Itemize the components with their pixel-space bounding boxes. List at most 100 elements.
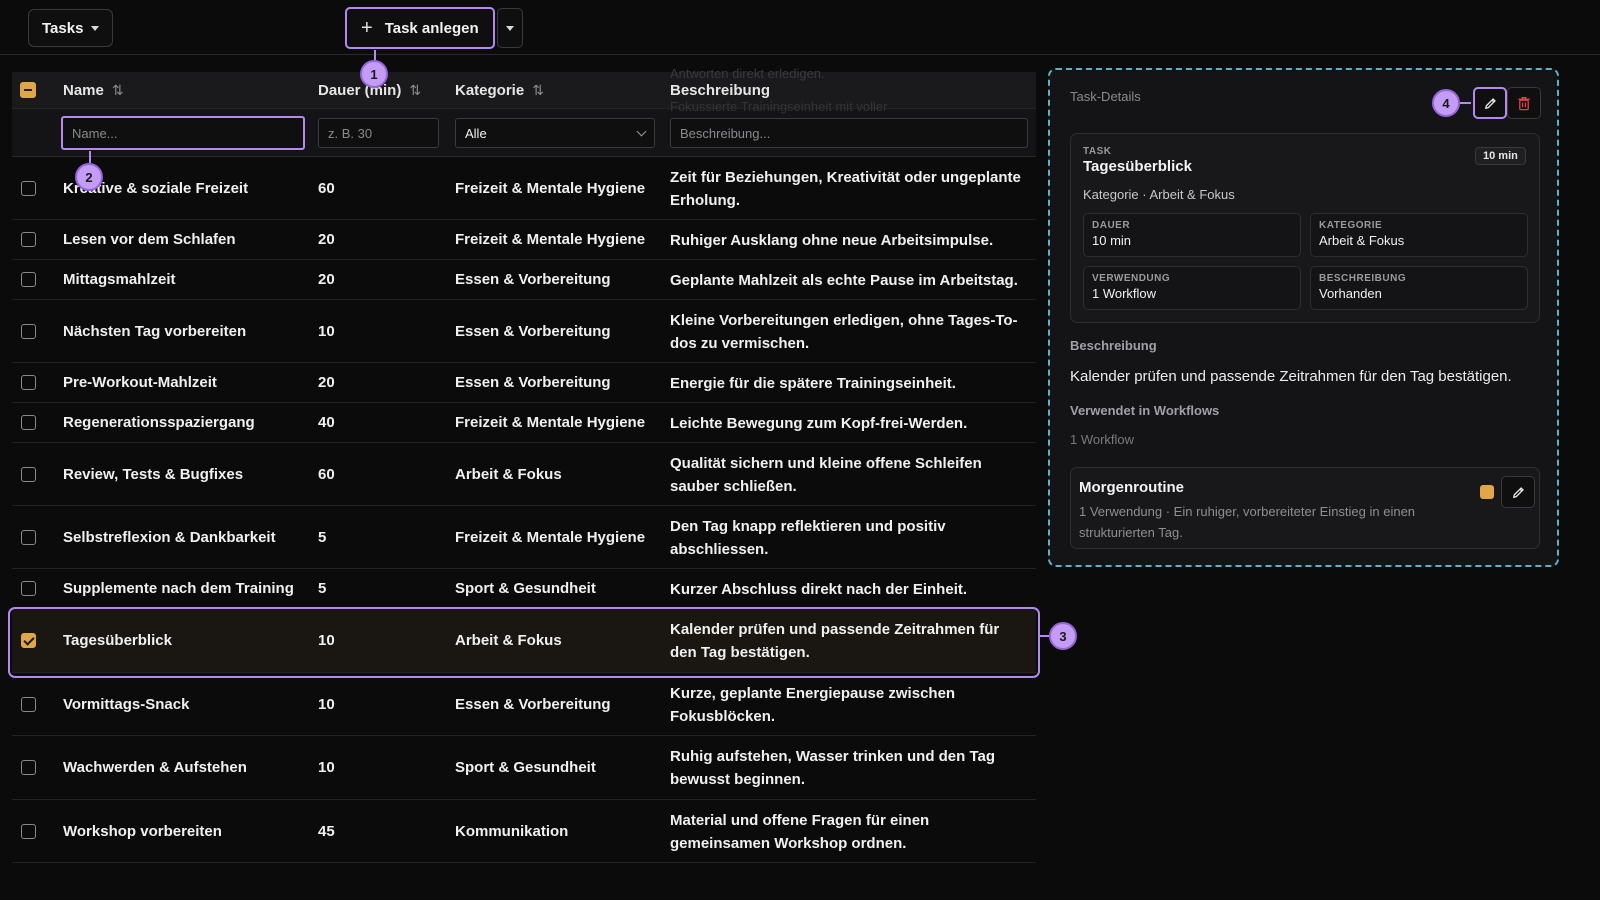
task-category: Freizeit & Mentale Hygiene xyxy=(455,414,646,431)
stat-duration: DAUER 10 min xyxy=(1083,213,1301,257)
table-row[interactable]: Selbstreflexion & Dankbarkeit 5 Freizeit &… xyxy=(12,506,1036,569)
row-checkbox[interactable] xyxy=(21,529,36,545)
table-row[interactable]: Vormittags-Snack 10 Essen & Vorbereitung Ku… xyxy=(12,673,1036,736)
row-checkbox[interactable] xyxy=(21,272,36,287)
task-description: Energie für die spätere Trainingseinheit… xyxy=(670,375,956,392)
tasks-dropdown-label: Tasks xyxy=(42,19,84,37)
scrolled-ghost-text: Antworten direkt erledigen. xyxy=(670,66,825,81)
row-checkbox[interactable] xyxy=(21,323,36,339)
table-row[interactable]: Wachwerden & Aufstehen 10 Sport & Gesundhe… xyxy=(12,736,1036,800)
task-description: Kalender prüfen und passende Zeitrahmen … xyxy=(670,621,1000,661)
table-row[interactable]: Regenerationsspaziergang 40 Freizeit & Men… xyxy=(12,403,1036,443)
edit-workflow-button[interactable] xyxy=(1501,476,1535,508)
task-description: Kurze, geplante Energiepause zwischen Fo… xyxy=(670,684,956,725)
task-name: Tagesüberblick xyxy=(63,632,172,649)
task-duration: 5 xyxy=(318,528,327,546)
task-description: Zeit für Beziehungen, Kreativität oder u… xyxy=(670,168,1021,209)
description-heading: Beschreibung xyxy=(1070,338,1157,353)
delete-task-button[interactable] xyxy=(1507,87,1541,119)
duration-filter-input[interactable] xyxy=(318,118,439,148)
stat-description: BESCHREIBUNG Vorhanden xyxy=(1310,266,1528,310)
task-duration: 10 xyxy=(318,695,335,713)
task-duration: 20 xyxy=(318,271,335,288)
sort-icon[interactable]: ⇅ xyxy=(112,82,124,99)
row-checkbox[interactable] xyxy=(21,823,36,839)
table-row[interactable]: Nächsten Tag vorbereiten 10 Essen & Vorber… xyxy=(12,300,1036,363)
callout-line xyxy=(89,151,91,163)
caret-down-icon xyxy=(505,25,514,31)
column-header-category-label: Kategorie xyxy=(455,81,525,99)
callout-1: 1 xyxy=(360,60,388,88)
task-category: Sport & Gesundheit xyxy=(455,759,596,776)
task-duration: 10 xyxy=(318,759,335,776)
column-header-duration-label: Dauer (min) xyxy=(318,81,402,99)
column-header-category[interactable]: Kategorie ⇅ xyxy=(455,82,544,99)
task-summary-card: TASK Tagesüberblick 10 min Kategorie · A… xyxy=(1070,133,1540,323)
task-description: Qualität sichern und kleine offene Schle… xyxy=(670,454,982,495)
task-name: Lesen vor dem Schlafen xyxy=(63,231,236,248)
table-row[interactable]: Lesen vor dem Schlafen 20 Freizeit & Menta… xyxy=(12,220,1036,260)
task-category: Arbeit & Fokus xyxy=(455,632,562,649)
row-checkbox[interactable] xyxy=(21,232,36,247)
task-description: Geplante Mahlzeit als echte Pause im Arb… xyxy=(670,272,1018,289)
table-row[interactable]: Review, Tests & Bugfixes 60 Arbeit & Fokus… xyxy=(12,443,1036,506)
stat-value: Arbeit & Fokus xyxy=(1319,233,1405,248)
task-name: Regenerationsspaziergang xyxy=(63,414,255,431)
table-row[interactable]: Workshop vorbereiten 45 Kommunikation Mater… xyxy=(12,800,1036,863)
task-category: Essen & Vorbereitung xyxy=(455,374,611,391)
task-category: Essen & Vorbereitung xyxy=(455,271,611,288)
column-header-description-label: Beschreibung xyxy=(670,81,771,99)
stat-value: Vorhanden xyxy=(1319,286,1382,301)
edit-task-button[interactable] xyxy=(1473,87,1507,119)
row-checkbox[interactable] xyxy=(21,180,36,196)
row-checkbox[interactable] xyxy=(21,760,36,775)
sort-icon[interactable]: ⇅ xyxy=(532,82,544,99)
task-duration: 5 xyxy=(318,580,327,597)
sort-icon[interactable]: ⇅ xyxy=(409,82,421,99)
task-description: Material und offene Fragen für einen gem… xyxy=(670,811,930,852)
table-row[interactable]: Tagesüberblick 10 Arbeit & Fokus Kalender p… xyxy=(12,609,1036,673)
callout-4: 4 xyxy=(1432,89,1460,117)
task-name: Mittagsmahlzeit xyxy=(63,271,176,288)
row-checkbox[interactable] xyxy=(21,415,36,430)
workflows-heading: Verwendet in Workflows xyxy=(1070,403,1220,418)
create-task-button[interactable]: + Task anlegen xyxy=(345,7,495,49)
stat-label: DAUER xyxy=(1092,220,1131,231)
select-all-checkbox[interactable] xyxy=(20,82,36,98)
row-checkbox[interactable] xyxy=(21,581,36,596)
column-header-name-label: Name xyxy=(63,81,104,99)
task-duration: 45 xyxy=(318,822,335,840)
task-description: Kurzer Abschluss direkt nach der Einheit… xyxy=(670,581,968,598)
row-checkbox[interactable] xyxy=(21,466,36,482)
stat-label: BESCHREIBUNG xyxy=(1319,273,1407,284)
callout-2: 2 xyxy=(75,163,103,191)
workflow-subtitle: 1 Verwendung · Ein ruhiger, vorbereitete… xyxy=(1079,504,1416,540)
table-row[interactable]: Pre-Workout-Mahlzeit 20 Essen & Vorbereitu… xyxy=(12,363,1036,403)
callout-line xyxy=(1040,635,1049,637)
create-task-label: Task anlegen xyxy=(384,19,479,37)
category-filter-select[interactable]: Alle xyxy=(455,118,655,148)
name-filter-input[interactable] xyxy=(61,116,305,150)
tasks-dropdown-button[interactable]: Tasks xyxy=(28,9,114,47)
task-description: Ruhig aufstehen, Wasser trinken und den … xyxy=(670,748,996,788)
task-name: Wachwerden & Aufstehen xyxy=(63,759,247,776)
stat-category: KATEGORIE Arbeit & Fokus xyxy=(1310,213,1528,257)
task-name: Selbstreflexion & Dankbarkeit xyxy=(63,528,276,546)
panel-label: Task-Details xyxy=(1070,89,1141,104)
task-name: Vormittags-Snack xyxy=(63,695,190,713)
description-filter-input[interactable] xyxy=(670,118,1028,148)
table-body: Kreative & soziale Freizeit 60 Freizeit & … xyxy=(12,157,1036,863)
table-row[interactable]: Kreative & soziale Freizeit 60 Freizeit & … xyxy=(12,157,1036,220)
task-caption: TASK xyxy=(1083,146,1112,157)
row-checkbox[interactable] xyxy=(21,633,36,648)
stat-label: VERWENDUNG xyxy=(1092,273,1171,284)
table-row[interactable]: Mittagsmahlzeit 20 Essen & Vorbereitung Gep… xyxy=(12,260,1036,300)
create-task-dropdown-toggle[interactable] xyxy=(496,8,523,48)
column-header-name[interactable]: Name ⇅ xyxy=(63,82,124,99)
task-description: Leichte Bewegung zum Kopf-frei-Werden. xyxy=(670,415,968,432)
table-row[interactable]: Supplemente nach dem Training 5 Sport & Ge… xyxy=(12,569,1036,609)
task-category: Kommunikation xyxy=(455,822,569,840)
row-checkbox[interactable] xyxy=(21,375,36,390)
row-checkbox[interactable] xyxy=(21,696,36,712)
callout-line xyxy=(1460,102,1471,104)
